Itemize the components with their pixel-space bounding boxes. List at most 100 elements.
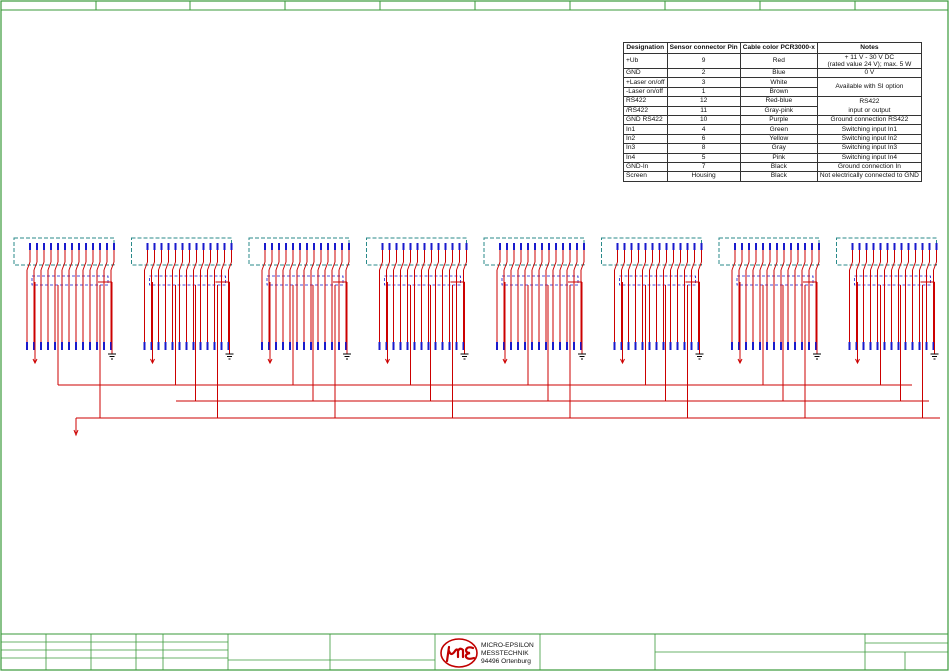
pin-jog [766,261,771,271]
cell-pin: Housing [666,171,741,182]
pin-jog [40,261,45,271]
sensor-connector [366,237,469,365]
pin-jog [228,261,232,271]
table-row: In3 8 Gray Switching input In3 [623,143,922,154]
pin-jog [891,261,895,271]
pin-jog [75,261,80,271]
cell-pin: 9 [666,53,741,69]
pin-jog [566,261,571,271]
pin-jog [545,261,550,271]
cell-color: Blue [739,67,818,79]
pin-jog [912,261,916,271]
pin-jog [331,261,336,271]
cell-note: input or output [816,106,922,116]
pin-jog [759,261,764,271]
pin-jog [54,261,59,271]
table-row: RS422 12 Red-blue RS422 [623,96,922,107]
pin-jog [614,261,618,271]
pin-jog [282,261,287,271]
table-row: In2 6 Yellow Switching input In2 [623,133,922,145]
cell-pin: 8 [666,143,741,154]
sensor-connector [836,237,939,365]
pin-jog [144,261,148,271]
connector-outline [248,237,350,266]
pin-jog [794,261,799,271]
company-division: MESSTECHNIK [481,650,529,657]
pin-jog [663,261,667,271]
cell-note: RS422 [816,96,922,107]
connection-table: Designation Sensor connector Pin Cable c… [623,42,922,182]
cell-color: Green [739,124,818,135]
company-name: MICRO-EPSILON [481,642,534,649]
cell-color: White [739,77,818,88]
pin-jog [275,261,280,271]
cell-color: Pink [739,152,818,163]
cell-note: Ground connection In [816,161,922,173]
pin-jog [677,261,681,271]
cell-designation: In3 [623,143,668,154]
pin-jog [345,261,350,271]
pin-jog [849,261,853,271]
pin-jog [379,261,383,271]
pin-jog [193,261,197,271]
cell-pin: 5 [666,152,741,163]
pin-jog [324,261,329,271]
pin-jog [877,261,881,271]
cell-designation: GND [623,67,668,79]
pin-jog [649,261,653,271]
pin-jog [684,261,688,271]
pin-jog [303,261,308,271]
pin-jog [815,261,820,271]
table-row: GND-In 7 Black Ground connection In [623,161,922,173]
pin-jog [221,261,225,271]
cell-designation: Screen [623,171,668,182]
cell-color: Purple [739,114,818,126]
pin-jog [200,261,204,271]
pin-jog [656,261,660,271]
pin-jog [496,261,501,271]
pin-jog [214,261,218,271]
pin-jog [151,261,155,271]
cell-color: Gray [739,143,818,154]
cell-note: 0 V [816,67,922,79]
pin-jog [165,261,169,271]
pin-jog [103,261,108,271]
pin-jog [400,261,404,271]
pin-jog [414,261,418,271]
header-designation: Designation [623,42,668,54]
pin-jog [884,261,888,271]
pin-jog [801,261,806,271]
table-row: GND 2 Blue 0 V [623,67,922,79]
sensor-connectors [13,237,939,365]
connector-outline [836,237,937,266]
cell-designation: GND RS422 [623,114,668,126]
connector-outline [13,237,115,266]
note-line: + 11 V - 30 V DC [844,54,895,61]
pin-jog [731,261,736,271]
pin-jog [503,261,508,271]
cell-color: Red-blue [739,96,818,107]
sensor-connector [483,237,586,365]
cell-pin: 1 [666,86,741,98]
pin-jog [905,261,909,271]
pin-jog [642,261,646,271]
pin-jog [919,261,923,271]
cell-designation: In4 [623,152,668,163]
header-notes: Notes [816,42,922,54]
cell-color: Yellow [739,133,818,145]
note-line: (rated value 24 V); max. 5 W [827,61,912,68]
cell-designation: +Ub [623,53,668,69]
pin-jog [691,261,695,271]
pin-jog [96,261,101,271]
pin-jog [33,261,38,271]
table-header-row: Designation Sensor connector Pin Cable c… [623,42,922,54]
pin-jog [47,261,52,271]
pin-jog [289,261,294,271]
table-row: +Laser on/off 3 White Available with SI … [623,77,922,98]
pin-jog [68,261,73,271]
cell-designation: GND-In [623,161,668,173]
sensor-connector [248,237,351,365]
cell-pin: 2 [666,67,741,79]
table-row: /RS422 11 Gray-pink input or output [623,105,922,116]
pin-jog [310,261,315,271]
